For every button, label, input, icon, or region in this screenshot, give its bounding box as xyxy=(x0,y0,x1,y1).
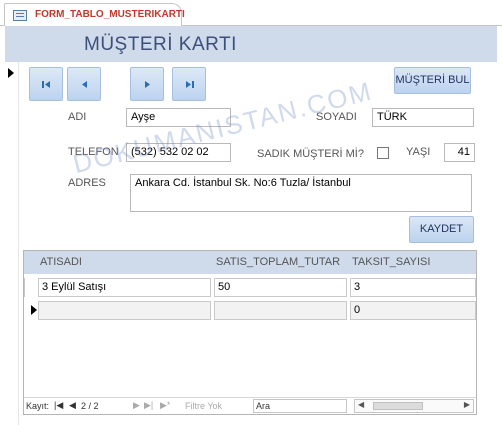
age-label: YAŞI xyxy=(406,146,431,158)
next-record-icon xyxy=(145,81,150,88)
filter-status[interactable]: Filtre Yok xyxy=(185,401,222,411)
scroll-right-icon[interactable]: ▶ xyxy=(464,400,470,409)
record-selector[interactable] xyxy=(5,62,19,425)
age-field[interactable]: 41 xyxy=(444,143,475,162)
horizontal-scrollbar[interactable]: ◀ ▶ xyxy=(354,399,474,413)
last-name-field[interactable]: TÜRK xyxy=(372,108,474,127)
last-name-label: SOYADI xyxy=(316,111,357,123)
last-record-icon xyxy=(186,81,194,88)
new-row-arrow-icon xyxy=(31,305,37,315)
cell-sale-name[interactable]: 3 Eylül Satışı xyxy=(38,278,211,297)
record-label: Kayıt: xyxy=(26,401,50,411)
form-tab[interactable]: FORM_TABLO_MUSTERIKARTI xyxy=(4,3,185,26)
form-icon xyxy=(13,10,27,21)
new-cell-total-amount[interactable] xyxy=(214,301,347,320)
current-record-arrow-icon xyxy=(8,68,14,78)
search-box[interactable]: Ara xyxy=(253,399,347,413)
last-record-nav-icon[interactable]: ▶| xyxy=(144,400,153,411)
column-header-installments: TAKSIT_SAYISI xyxy=(352,256,431,268)
new-cell-installments[interactable]: 0 xyxy=(350,301,476,320)
record-position[interactable]: 2 / 2 xyxy=(81,401,99,411)
prev-record-nav-icon[interactable]: ◀ xyxy=(69,400,76,411)
cell-total-amount[interactable]: 50 xyxy=(214,278,347,297)
first-record-nav-icon[interactable]: |◀ xyxy=(54,400,63,411)
loyal-customer-checkbox[interactable] xyxy=(377,147,389,159)
first-record-button[interactable] xyxy=(29,67,63,101)
column-header-total-amount: SATIS_TOPLAM_TUTAR xyxy=(216,256,341,268)
next-record-nav-icon[interactable]: ▶ xyxy=(133,400,140,411)
next-record-button[interactable] xyxy=(130,67,164,101)
address-label: ADRES xyxy=(68,177,106,189)
first-record-icon xyxy=(42,81,50,88)
scroll-left-icon[interactable]: ◀ xyxy=(358,400,364,409)
first-name-label: ADI xyxy=(68,111,87,123)
sales-subform xyxy=(23,250,477,415)
new-record-nav-icon[interactable]: ▶* xyxy=(160,400,170,411)
column-header-sale-name: ATISADI xyxy=(40,256,82,268)
address-field[interactable]: Ankara Cd. İstanbul Sk. No:6 Tuzla/ İsta… xyxy=(130,174,472,212)
form-title: MÜŞTERİ KARTI xyxy=(84,34,237,55)
previous-record-icon xyxy=(82,81,87,88)
find-customer-button[interactable]: MÜŞTERİ BUL xyxy=(394,67,471,94)
phone-field[interactable]: (532) 532 02 02 xyxy=(126,143,231,162)
first-name-field[interactable]: Ayşe xyxy=(126,108,231,127)
cell-installments[interactable]: 3 xyxy=(350,278,476,297)
previous-record-button[interactable] xyxy=(67,67,101,101)
form-header xyxy=(5,26,497,62)
new-cell-sale-name[interactable] xyxy=(38,301,211,320)
scroll-thumb[interactable] xyxy=(373,402,423,410)
loyal-customer-label: SADIK MÜŞTERİ Mİ? xyxy=(257,148,364,160)
phone-label: TELEFON xyxy=(68,146,119,158)
row-selector[interactable] xyxy=(24,278,38,297)
last-record-button[interactable] xyxy=(172,67,206,101)
save-button[interactable]: KAYDET xyxy=(409,216,474,243)
form-tab-label: FORM_TABLO_MUSTERIKARTI xyxy=(35,9,185,20)
new-row-selector[interactable] xyxy=(24,301,38,320)
